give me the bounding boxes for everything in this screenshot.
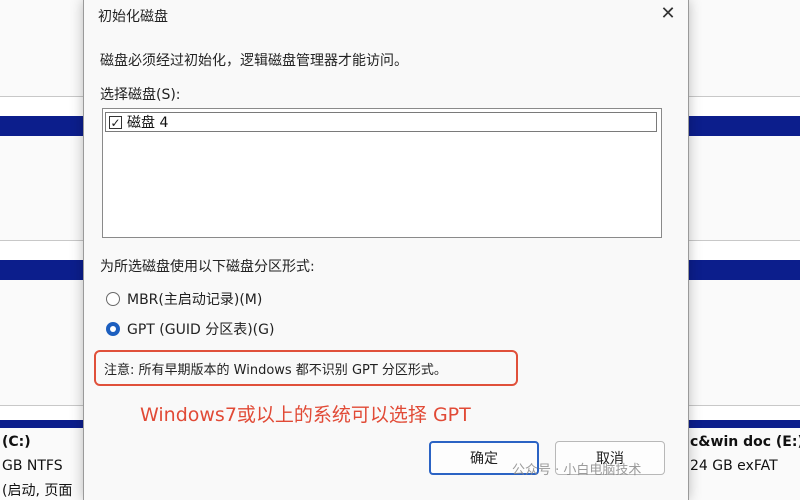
gpt-label: GPT (GUID 分区表)(G)	[127, 322, 275, 338]
partition-style-label: 为所选磁盘使用以下磁盘分区形式:	[100, 259, 315, 275]
gpt-radio[interactable]	[106, 322, 120, 336]
dialog-title: 初始化磁盘	[98, 9, 168, 25]
disk-checkbox[interactable]: ✓	[109, 115, 122, 129]
disk-bar-right	[687, 260, 800, 280]
initialize-disk-dialog: 初始化磁盘 ✕ 磁盘必须经过初始化，逻辑磁盘管理器才能访问。 选择磁盘(S): …	[83, 0, 689, 500]
volume-bar-left	[0, 420, 83, 428]
disk-bar-left	[0, 260, 83, 280]
annotation-text: Windows7或以上的系统可以选择 GPT	[140, 404, 471, 426]
mbr-option[interactable]: MBR(主启动记录)(M)	[106, 289, 262, 309]
disk-listbox[interactable]: ✓ 磁盘 4	[102, 108, 662, 238]
watermark: 公众号 · 小白电脑技术	[512, 463, 642, 478]
volume-size-right: 24 GB exFAT	[690, 458, 778, 474]
volume-bar-right	[687, 420, 800, 428]
note-text: 注意: 所有早期版本的 Windows 都不识别 GPT 分区形式。	[104, 362, 447, 378]
close-icon[interactable]: ✕	[656, 2, 680, 26]
dialog-description: 磁盘必须经过初始化，逻辑磁盘管理器才能访问。	[100, 53, 408, 69]
mbr-radio[interactable]	[106, 292, 120, 306]
disk-list-item[interactable]: ✓ 磁盘 4	[105, 112, 657, 132]
note-highlight: 注意: 所有早期版本的 Windows 都不识别 GPT 分区形式。	[94, 350, 518, 386]
disk-bar-left	[0, 116, 83, 136]
mbr-label: MBR(主启动记录)(M)	[127, 292, 263, 308]
disk-item-label: 磁盘 4	[127, 115, 169, 131]
select-disk-label: 选择磁盘(S):	[100, 87, 181, 103]
volume-title-right[interactable]: c&win doc (E:)	[690, 434, 800, 450]
volume-size-left: GB NTFS	[2, 458, 63, 474]
volume-title-left[interactable]: (C:)	[2, 434, 31, 450]
disk-bar-right	[687, 116, 800, 136]
gpt-option[interactable]: GPT (GUID 分区表)(G)	[106, 319, 274, 339]
volume-status-left: (启动, 页面	[2, 483, 73, 499]
